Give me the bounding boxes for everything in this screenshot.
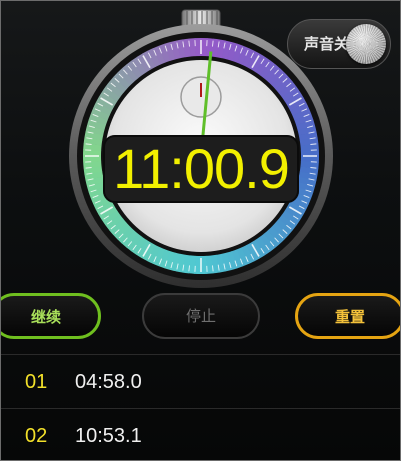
elapsed-time-display: 11:00.9 bbox=[103, 135, 299, 203]
sound-toggle-label: 声音关 bbox=[304, 35, 350, 53]
sound-toggle[interactable]: 声音关 bbox=[287, 19, 391, 69]
continue-button[interactable]: 继续 bbox=[1, 293, 101, 339]
lap-time: 10:53.1 bbox=[75, 425, 142, 447]
lap-time: 04:58.0 bbox=[75, 371, 142, 393]
reset-button[interactable]: 重置 bbox=[295, 293, 400, 339]
lap-row: 01 04:58.0 bbox=[1, 354, 400, 409]
stop-button[interactable]: 停止 bbox=[142, 293, 260, 339]
toggle-knob-icon[interactable] bbox=[346, 24, 386, 64]
lap-number: 01 bbox=[25, 371, 48, 393]
lap-row: 02 10:53.1 bbox=[1, 409, 400, 460]
stopwatch-screen: 11:00.9 声音关 继续 停止 重置 01 04:58.0 02 10:53… bbox=[0, 0, 401, 461]
lap-number: 02 bbox=[25, 425, 48, 447]
lap-list: 01 04:58.0 02 10:53.1 bbox=[1, 354, 400, 460]
